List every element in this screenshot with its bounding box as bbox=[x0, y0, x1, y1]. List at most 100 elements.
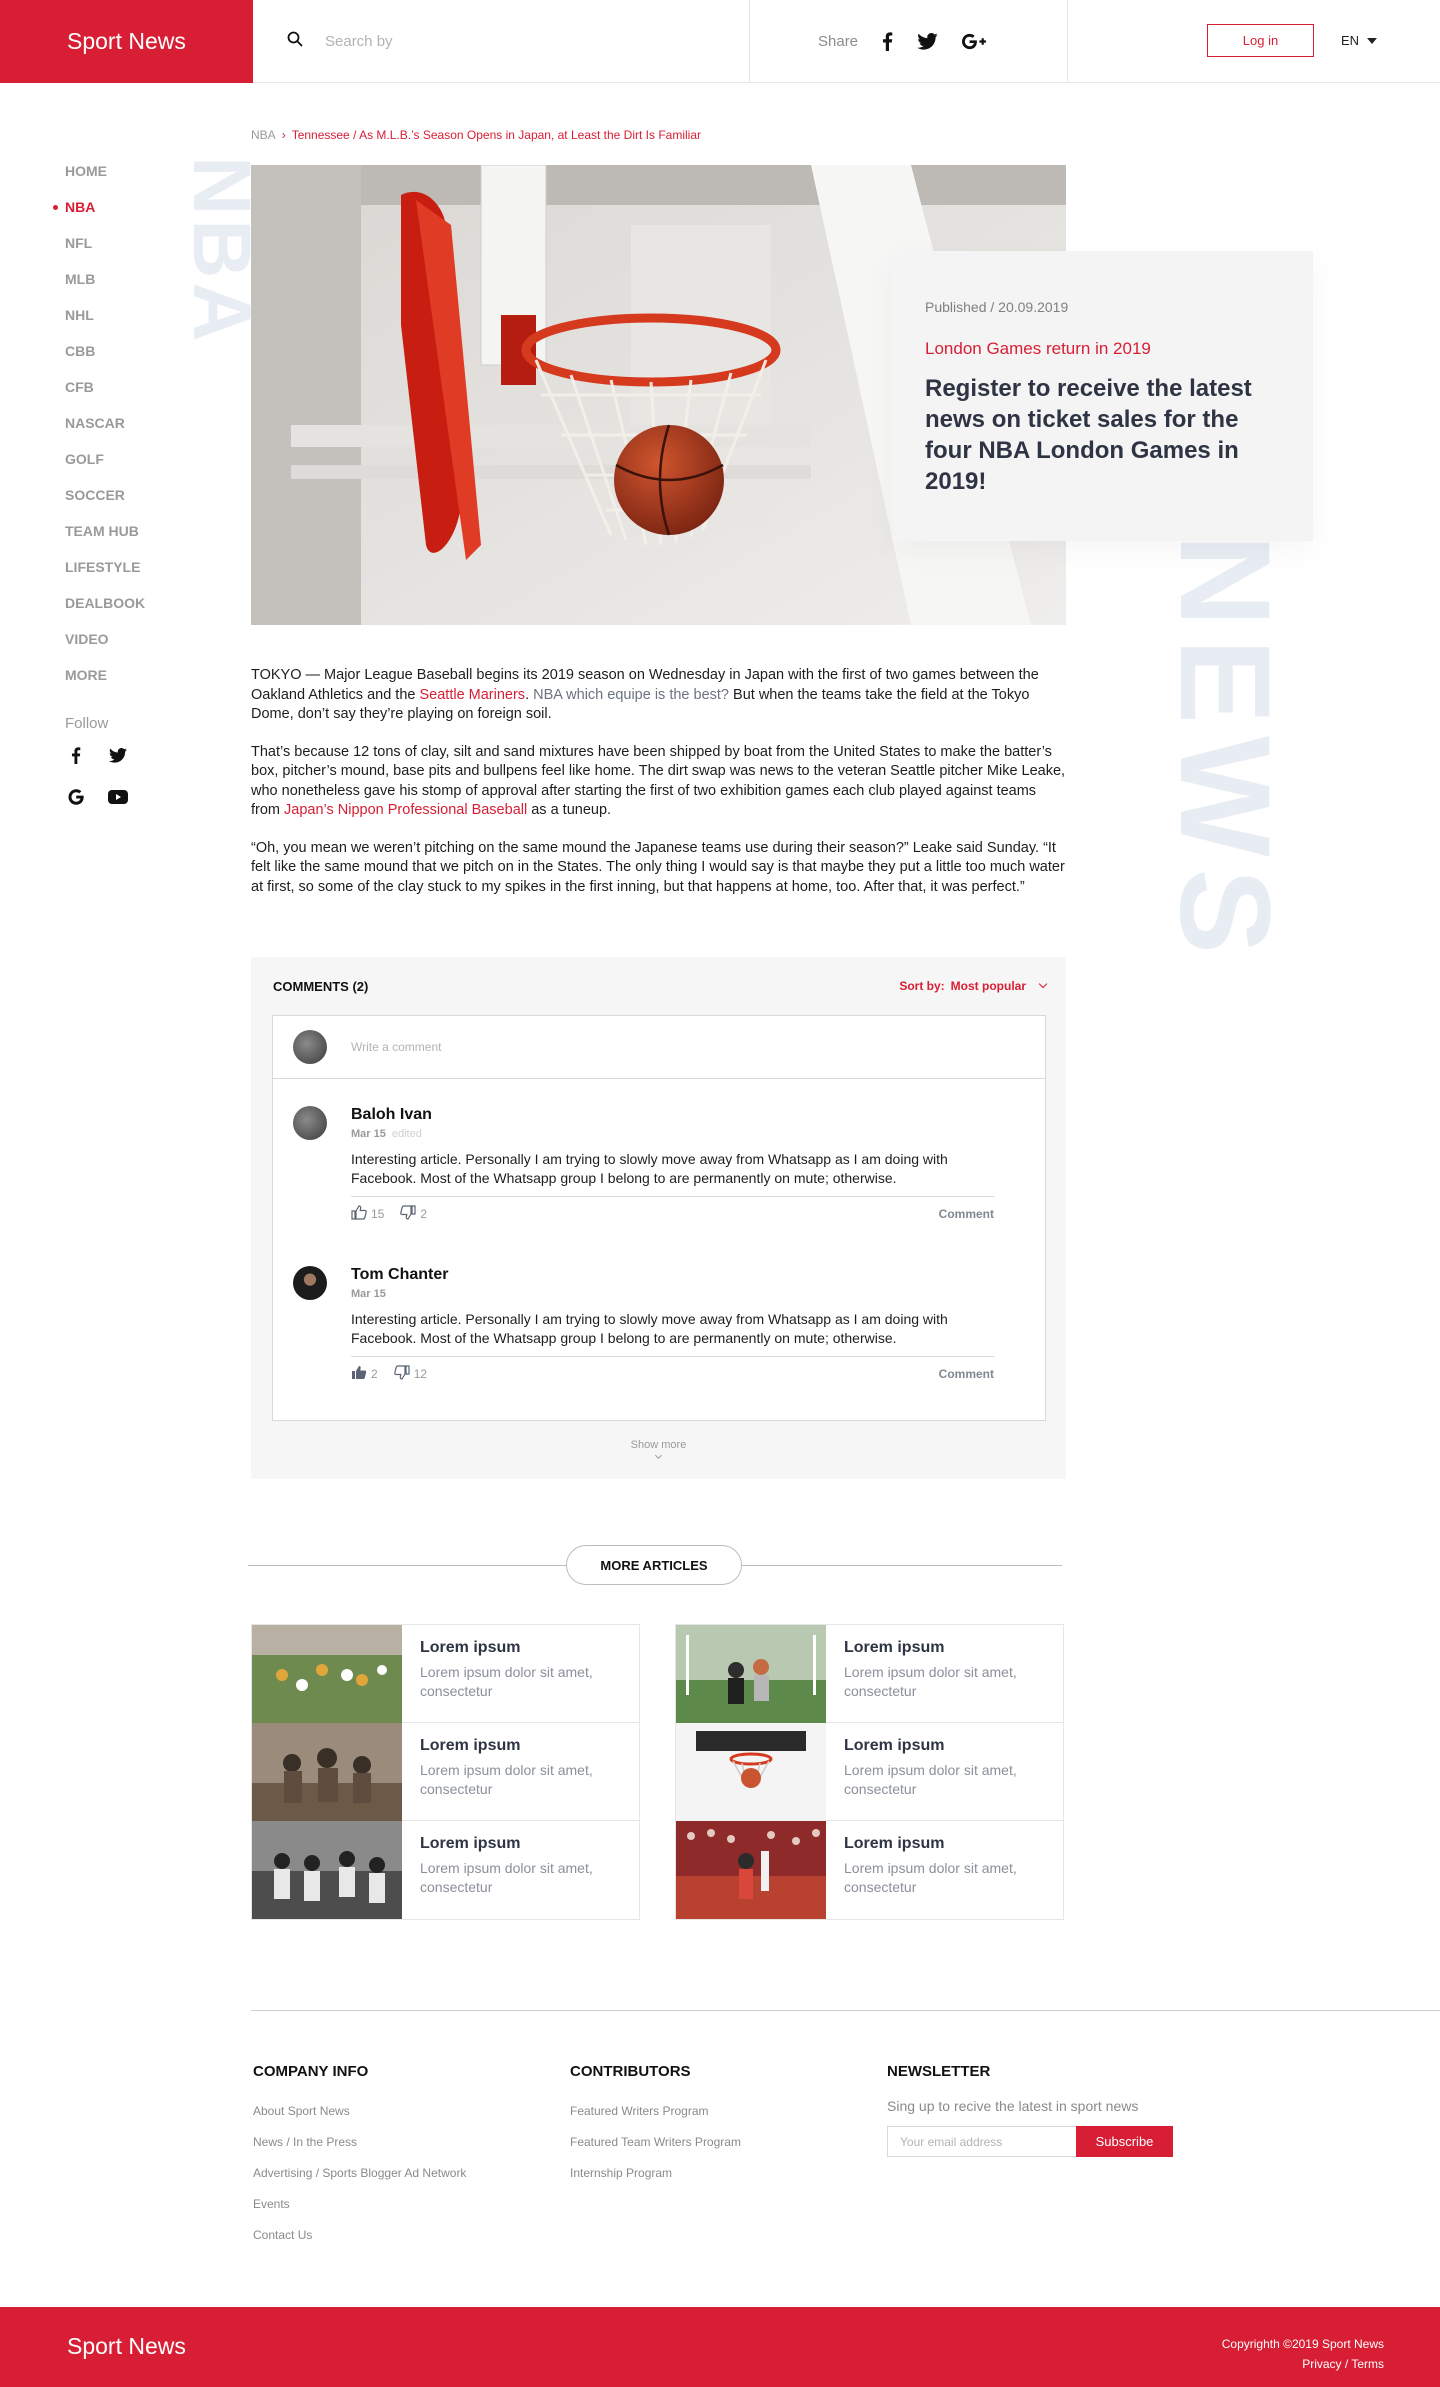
footer-link[interactable]: News / In the Press bbox=[253, 2135, 466, 2166]
like-count: 15 bbox=[371, 1207, 385, 1221]
sidebar-item-nascar[interactable]: NASCAR bbox=[65, 412, 145, 448]
sidebar-item-mlb[interactable]: MLB bbox=[65, 268, 145, 304]
footer-link[interactable]: About Sport News bbox=[253, 2104, 466, 2135]
more-articles-button[interactable]: MORE ARTICLES bbox=[566, 1545, 742, 1585]
facebook-share-icon[interactable] bbox=[882, 32, 893, 51]
article-card[interactable]: Lorem ipsum Lorem ipsum dolor sit amet, … bbox=[676, 1625, 1063, 1723]
nba-equipe-link[interactable]: NBA which equipe is the best? bbox=[533, 687, 729, 703]
article-card-excerpt: Lorem ipsum dolor sit amet, consectetur bbox=[420, 1860, 593, 1895]
footer-link[interactable]: Featured Team Writers Program bbox=[570, 2135, 741, 2166]
publish-title: Register to receive the latest news on t… bbox=[925, 375, 1252, 495]
section-watermark: NBA bbox=[176, 156, 267, 346]
sidebar-item-lifestyle[interactable]: LIFESTYLE bbox=[65, 556, 145, 592]
sidebar-item-team-hub[interactable]: TEAM HUB bbox=[65, 520, 145, 556]
article-card-text: Lorem ipsum Lorem ipsum dolor sit amet, … bbox=[826, 1821, 1063, 1919]
language-selector[interactable]: EN bbox=[1341, 33, 1378, 48]
sidebar-item-cbb[interactable]: CBB bbox=[65, 340, 145, 376]
breadcrumb-root[interactable]: NBA bbox=[251, 128, 276, 142]
newsletter-email-input[interactable] bbox=[887, 2126, 1076, 2157]
twitter-share-icon[interactable] bbox=[917, 33, 938, 50]
comment-body: Baloh Ivan Mar 15 edited Interesting arti… bbox=[351, 1106, 994, 1223]
newsletter-form: Subscribe bbox=[887, 2126, 1173, 2157]
article-card[interactable]: Lorem ipsum Lorem ipsum dolor sit amet, … bbox=[252, 1821, 639, 1919]
comment-text: Interesting article. Personally I am try… bbox=[351, 1151, 948, 1186]
article-card-title[interactable]: Lorem ipsum bbox=[420, 1737, 621, 1755]
article-card-title[interactable]: Lorem ipsum bbox=[420, 1639, 621, 1657]
like-button[interactable]: 2 bbox=[351, 1365, 378, 1383]
comment-actions: 2 12 Comment bbox=[351, 1356, 994, 1383]
share-label: Share bbox=[818, 33, 859, 50]
comment-input[interactable] bbox=[351, 1040, 951, 1054]
show-more-button[interactable]: Show more bbox=[251, 1439, 1066, 1460]
site-header: Sport News Share Log in EN bbox=[0, 0, 1440, 83]
footer-logo[interactable]: Sport News bbox=[67, 2333, 186, 2360]
article-card[interactable]: Lorem ipsum Lorem ipsum dolor sit amet, … bbox=[252, 1723, 639, 1821]
article-card[interactable]: Lorem ipsum Lorem ipsum dolor sit amet, … bbox=[676, 1723, 1063, 1821]
commenter-avatar[interactable] bbox=[293, 1106, 327, 1140]
dislike-count: 2 bbox=[420, 1207, 428, 1221]
twitter-icon[interactable] bbox=[107, 744, 129, 766]
sidebar-item-dealbook[interactable]: DEALBOOK bbox=[65, 592, 145, 628]
commenter-name[interactable]: Baloh Ivan bbox=[351, 1106, 994, 1124]
article-thumbnail[interactable] bbox=[676, 1821, 826, 1919]
chevron-down-icon bbox=[1038, 979, 1048, 989]
chevron-down-icon bbox=[654, 1451, 663, 1460]
facebook-icon[interactable] bbox=[65, 744, 87, 766]
sidebar-item-soccer[interactable]: SOCCER bbox=[65, 484, 145, 520]
article-thumbnail[interactable] bbox=[252, 1821, 402, 1919]
sidebar-item-video[interactable]: VIDEO bbox=[65, 628, 145, 664]
sidebar-item-cfb[interactable]: CFB bbox=[65, 376, 145, 412]
sort-label: Sort by: bbox=[899, 979, 945, 993]
sidebar-item-more[interactable]: MORE bbox=[65, 664, 145, 700]
footer-divider bbox=[251, 2010, 1440, 2011]
publish-kicker[interactable]: London Games return in 2019 bbox=[925, 339, 1280, 359]
article-thumbnail[interactable] bbox=[252, 1723, 402, 1821]
sidebar-item-home[interactable]: HOME bbox=[65, 160, 145, 196]
footer-link[interactable]: Internship Program bbox=[570, 2166, 741, 2197]
article-thumbnail[interactable] bbox=[252, 1625, 402, 1723]
sidebar-item-golf[interactable]: GOLF bbox=[65, 448, 145, 484]
sidebar-item-nhl[interactable]: NHL bbox=[65, 304, 145, 340]
google-icon[interactable] bbox=[65, 786, 87, 808]
article-card-excerpt: Lorem ipsum dolor sit amet, consectetur bbox=[844, 1664, 1017, 1699]
reply-comment-button[interactable]: Comment bbox=[939, 1367, 994, 1381]
article-body: TOKYO — Major League Baseball begins its… bbox=[251, 666, 1066, 915]
thumbs-up-icon bbox=[351, 1365, 371, 1383]
sidebar-item-nba[interactable]: NBA bbox=[52, 196, 145, 232]
footer-link[interactable]: Events bbox=[253, 2197, 466, 2228]
article-card-title[interactable]: Lorem ipsum bbox=[420, 1835, 621, 1853]
sidebar-item-nfl[interactable]: NFL bbox=[65, 232, 145, 268]
article-thumbnail[interactable] bbox=[676, 1625, 826, 1723]
sort-dropdown[interactable]: Sort by: Most popular bbox=[899, 979, 1048, 993]
publish-card: Published / 20.09.2019 London Games retu… bbox=[892, 251, 1313, 541]
article-card-title[interactable]: Lorem ipsum bbox=[844, 1835, 1045, 1853]
nippon-baseball-link[interactable]: Japan’s Nippon Professional Baseball bbox=[284, 802, 527, 818]
like-button[interactable]: 15 bbox=[351, 1205, 384, 1223]
search-input[interactable] bbox=[325, 33, 705, 50]
seattle-mariners-link[interactable]: Seattle Mariners bbox=[419, 687, 525, 703]
article-card-excerpt: Lorem ipsum dolor sit amet, consectetur bbox=[844, 1762, 1017, 1797]
subscribe-button[interactable]: Subscribe bbox=[1076, 2126, 1173, 2157]
sort-value: Most popular bbox=[950, 979, 1026, 993]
login-button[interactable]: Log in bbox=[1207, 24, 1314, 57]
dislike-button[interactable]: 12 bbox=[393, 1365, 427, 1383]
footer-link[interactable]: Featured Writers Program bbox=[570, 2104, 741, 2135]
commenter-name[interactable]: Tom Chanter bbox=[351, 1266, 994, 1284]
privacy-terms-link[interactable]: Privacy / Terms bbox=[1302, 2357, 1384, 2371]
article-card[interactable]: Lorem ipsum Lorem ipsum dolor sit amet, … bbox=[676, 1821, 1063, 1919]
footer-link[interactable]: Advertising / Sports Blogger Ad Network bbox=[253, 2166, 466, 2197]
article-card[interactable]: Lorem ipsum Lorem ipsum dolor sit amet, … bbox=[252, 1625, 639, 1723]
article-card-title[interactable]: Lorem ipsum bbox=[844, 1639, 1045, 1657]
site-logo[interactable]: Sport News bbox=[0, 0, 253, 83]
article-thumbnail[interactable] bbox=[676, 1723, 826, 1821]
reply-comment-button[interactable]: Comment bbox=[939, 1207, 994, 1221]
article-card-title[interactable]: Lorem ipsum bbox=[844, 1737, 1045, 1755]
comment-text: Interesting article. Personally I am try… bbox=[351, 1311, 948, 1346]
commenter-avatar[interactable] bbox=[293, 1266, 327, 1300]
youtube-icon[interactable] bbox=[107, 786, 129, 808]
sidebar-nav: HOME NBA NFL MLB NHL CBB CFB NASCAR GOLF SOCCER TE… bbox=[52, 160, 145, 700]
dislike-button[interactable]: 2 bbox=[400, 1205, 427, 1223]
search-icon[interactable] bbox=[287, 31, 325, 52]
footer-link[interactable]: Contact Us bbox=[253, 2228, 466, 2259]
google-plus-share-icon[interactable] bbox=[962, 33, 987, 50]
